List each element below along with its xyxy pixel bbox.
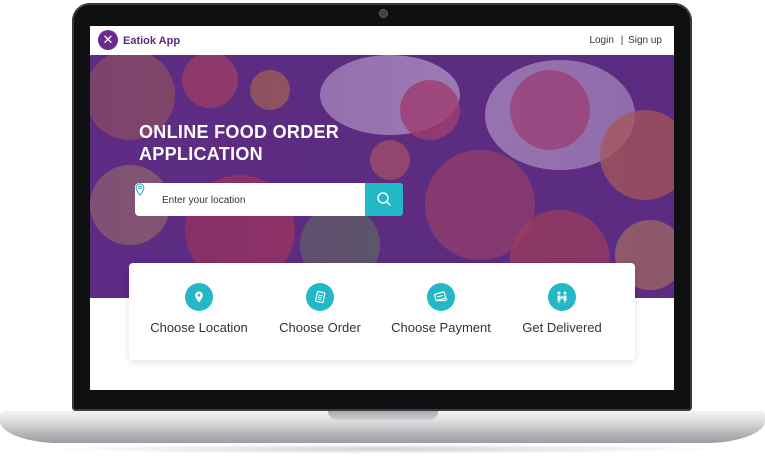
delivery-person-icon (548, 283, 576, 311)
location-input[interactable] (160, 183, 364, 216)
step-choose-location[interactable]: Choose Location (139, 283, 259, 335)
search-icon (377, 192, 391, 206)
hero-title: ONLINE FOOD ORDER APPLICATION (139, 121, 399, 165)
search-button[interactable] (365, 183, 403, 216)
logo-icon[interactable]: ✕ (98, 30, 118, 50)
laptop-screen: ✕ Eatiok App Login | Sign up ONLINE FOOD… (90, 26, 674, 390)
auth-separator: | (620, 35, 624, 46)
payment-card-icon (427, 283, 455, 311)
step-choose-order[interactable]: Choose Order (260, 283, 380, 335)
hero-title-line-1: ONLINE FOOD ORDER (139, 122, 340, 142)
webcam (379, 9, 388, 18)
auth-links: Login | Sign up (589, 35, 662, 46)
signup-link[interactable]: Sign up (628, 35, 662, 46)
step-label: Choose Location (150, 320, 248, 335)
laptop-shadow (40, 444, 725, 454)
location-search-bar (135, 183, 403, 216)
top-navbar: ✕ Eatiok App Login | Sign up (90, 26, 674, 55)
step-label: Choose Payment (391, 320, 491, 335)
hero-overlay (90, 55, 674, 298)
login-link[interactable]: Login (589, 35, 613, 46)
location-pin-icon (185, 283, 213, 311)
app-name[interactable]: Eatiok App (123, 35, 180, 47)
step-choose-payment[interactable]: Choose Payment (381, 283, 501, 335)
location-pin-icon (135, 183, 145, 196)
receipt-icon (306, 283, 334, 311)
order-steps-card: Choose Location Choose Order Choose Paym… (129, 263, 635, 360)
hero-title-line-2: APPLICATION (139, 144, 263, 164)
laptop-notch (328, 411, 438, 420)
step-get-delivered[interactable]: Get Delivered (502, 283, 622, 335)
step-label: Choose Order (279, 320, 361, 335)
hero-banner: ONLINE FOOD ORDER APPLICATION (90, 55, 674, 298)
step-label: Get Delivered (522, 320, 602, 335)
